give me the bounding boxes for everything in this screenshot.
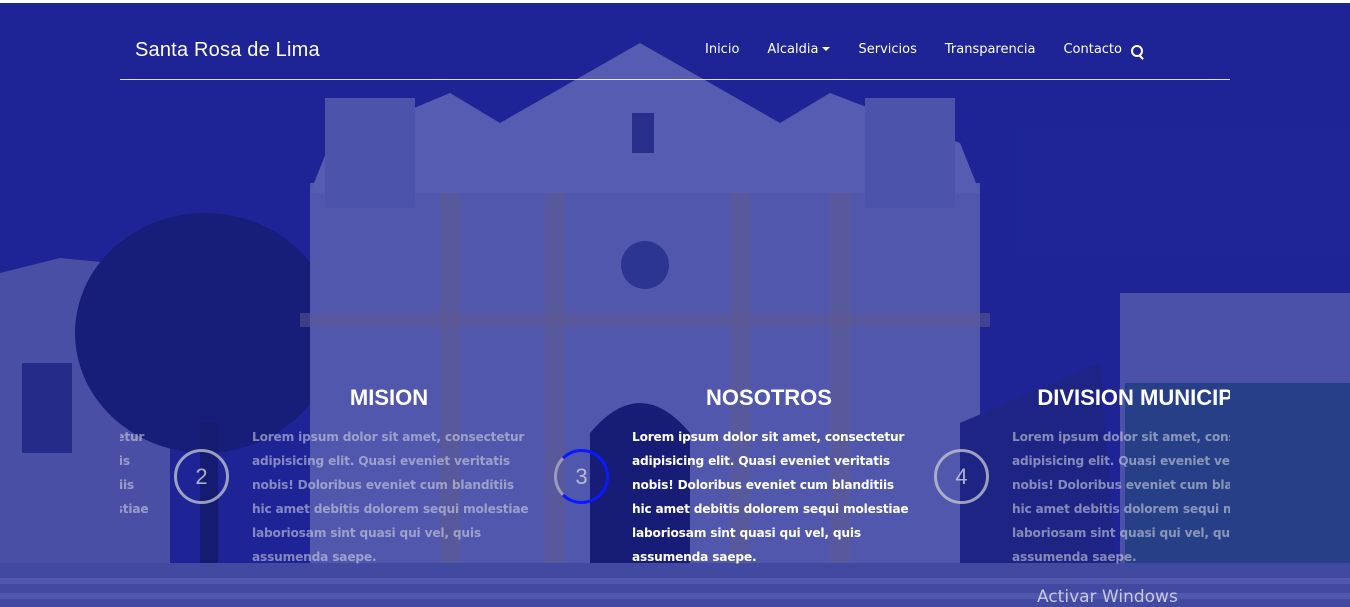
search-icon[interactable] bbox=[1130, 44, 1146, 60]
feature-title: NOSOTROS bbox=[706, 385, 832, 410]
feature-text: Lorem ipsum dolor sit amet, consectetur … bbox=[632, 430, 909, 564]
feature-title: DIVISION MUNICIPAL bbox=[1037, 385, 1230, 410]
feature-item: DIVISION MUNICIPAL 4 Lorem ipsum dolor s… bbox=[880, 373, 1230, 573]
nav-item-inicio[interactable]: Inicio bbox=[705, 42, 739, 57]
brand-logo-text[interactable]: Santa Rosa de Lima bbox=[135, 39, 320, 62]
feature-item-active: NOSOTROS 3 Lorem ipsum dolor sit amet, c… bbox=[500, 373, 909, 573]
activation-watermark: Activar Windows bbox=[1037, 587, 1178, 607]
nav-item-alcaldia-label: Alcaldia bbox=[767, 42, 819, 57]
nav-item-transparencia[interactable]: Transparencia bbox=[945, 42, 1036, 57]
feature-item: MISION 2 Lorem ipsum dolor sit amet, con… bbox=[120, 373, 529, 573]
feature-number-button[interactable]: 3 bbox=[554, 449, 609, 504]
nav-links: Inicio Alcaldia Servicios Transparencia … bbox=[677, 42, 1122, 57]
features-slider[interactable]: 1 Lorem ipsum dolor sit amet, consectetu… bbox=[120, 373, 1230, 573]
feature-text: Lorem ipsum dolor sit amet, consectetur … bbox=[1012, 430, 1230, 564]
feature-text: Lorem ipsum dolor sit amet, consectetur … bbox=[252, 430, 529, 564]
feature-number-button[interactable]: 2 bbox=[174, 449, 229, 504]
nav-item-alcaldia[interactable]: Alcaldia bbox=[767, 42, 831, 57]
navbar: Santa Rosa de Lima Inicio Alcaldia Servi… bbox=[120, 3, 1230, 80]
chevron-down-icon bbox=[822, 47, 831, 51]
feature-number-button[interactable]: 4 bbox=[934, 449, 989, 504]
feature-title: MISION bbox=[349, 385, 429, 410]
nav-item-servicios[interactable]: Servicios bbox=[858, 42, 916, 57]
nav-item-contacto[interactable]: Contacto bbox=[1063, 42, 1122, 57]
hero-section: Santa Rosa de Lima Inicio Alcaldia Servi… bbox=[0, 3, 1350, 607]
